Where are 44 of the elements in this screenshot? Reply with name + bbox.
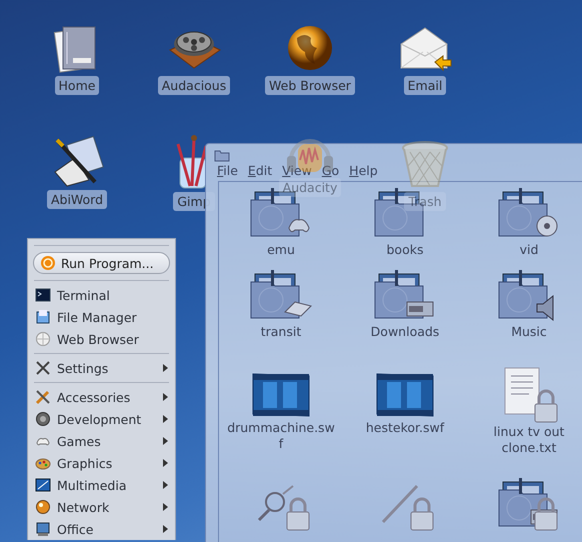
menu-bar-item[interactable]: Go xyxy=(322,163,340,178)
file-name[interactable]: Music xyxy=(475,324,582,340)
file-name[interactable]: linux tv out clone.txt xyxy=(475,424,582,456)
menu-item[interactable]: Graphics xyxy=(33,452,170,474)
submenu-arrow-icon xyxy=(163,525,168,533)
icon-label: AbiWord xyxy=(46,190,108,209)
menu-item[interactable]: Settings xyxy=(33,357,170,379)
submenu-arrow-icon xyxy=(163,415,168,423)
menu-item[interactable]: Web Browser xyxy=(33,328,170,350)
run-program-button[interactable]: Run Program... xyxy=(33,252,170,274)
folder-icon xyxy=(214,149,230,162)
submenu-arrow-icon xyxy=(163,503,168,511)
wastebasket-icon xyxy=(400,140,450,190)
file-name[interactable]: Downloads xyxy=(351,324,459,340)
menu-bar-item[interactable]: Edit xyxy=(248,163,272,178)
menu-item[interactable]: Multimedia xyxy=(33,474,170,496)
gear-icon xyxy=(35,411,51,427)
icon-label: Email xyxy=(404,76,446,95)
menu-item[interactable]: File Manager xyxy=(33,306,170,328)
file-name[interactable]: emu xyxy=(227,242,335,258)
submenu-arrow-icon xyxy=(163,437,168,445)
submenu-arrow-icon xyxy=(163,459,168,467)
file-manager-icon xyxy=(35,309,51,325)
submenu-arrow-icon xyxy=(163,364,168,372)
menu-item[interactable]: Development xyxy=(33,408,170,430)
menu-bar-item[interactable]: Help xyxy=(349,163,378,178)
submenu-arrow-icon xyxy=(163,481,168,489)
menu-item[interactable]: Network xyxy=(33,496,170,518)
submenu-arrow-icon xyxy=(163,393,168,401)
menu-bar-item[interactable]: File xyxy=(217,163,238,178)
terminal-icon xyxy=(35,287,51,303)
tools-icon xyxy=(35,360,51,376)
menu-item[interactable]: Office xyxy=(33,518,170,540)
file-name[interactable]: hestekor.swf xyxy=(351,420,459,436)
menu-item[interactable]: Accessories xyxy=(33,386,170,408)
menu-item[interactable]: Terminal xyxy=(33,284,170,306)
file-name[interactable]: books xyxy=(351,242,459,258)
file-name[interactable]: vid xyxy=(475,242,582,258)
file-name[interactable]: drummachine.swf xyxy=(227,420,335,452)
icon-label: Audacious xyxy=(158,76,230,95)
menu-item[interactable]: Games xyxy=(33,430,170,452)
icon-label: Home xyxy=(54,76,100,95)
file-name[interactable]: transit xyxy=(227,324,335,340)
icon-label: Web Browser xyxy=(265,76,355,95)
